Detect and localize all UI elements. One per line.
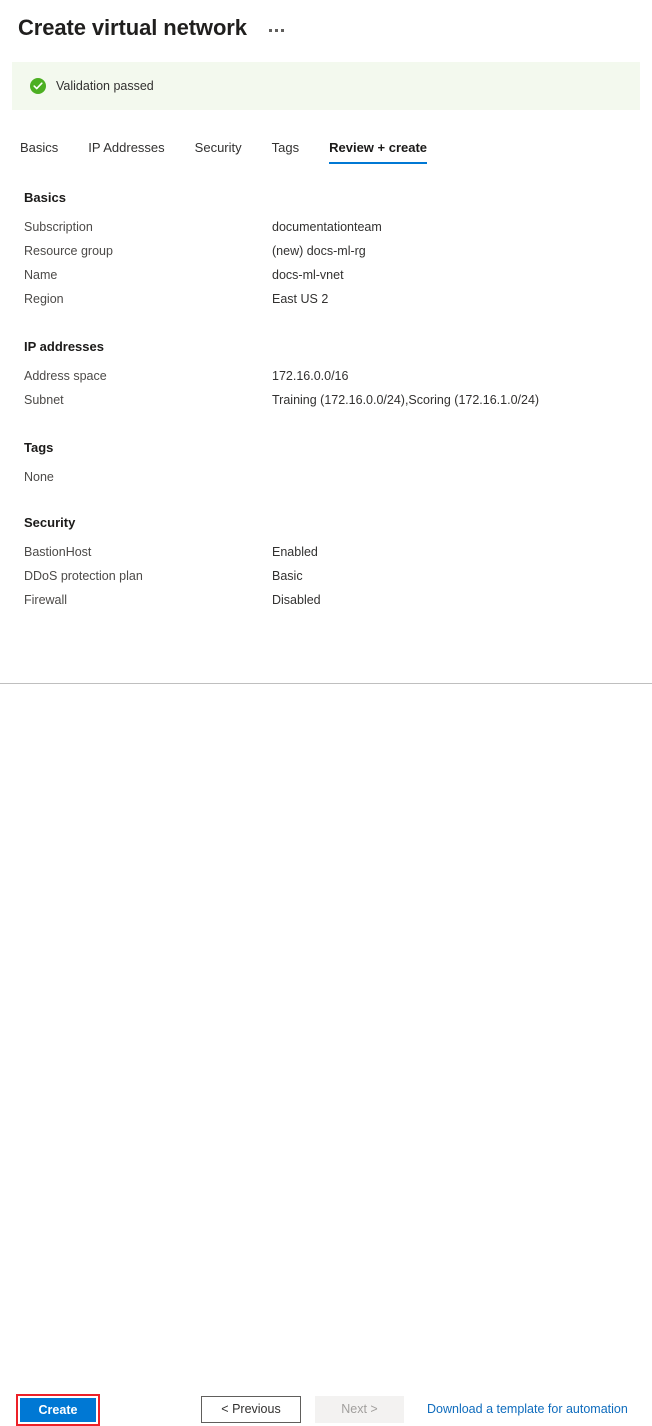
section-ip-addresses: IP addresses Address space 172.16.0.0/16… (24, 339, 640, 412)
ellipsis-dot (280, 28, 284, 32)
check-circle-icon (30, 78, 46, 94)
footer-bar: Create < Previous Next > Download a temp… (0, 684, 652, 1426)
row-key: Subscription (24, 220, 93, 234)
row-key: BastionHost (24, 545, 92, 559)
ellipsis-dot (268, 28, 272, 32)
ellipsis-horizontal-icon[interactable] (265, 23, 288, 34)
download-template-link[interactable]: Download a template for automation (427, 1396, 628, 1423)
row-value: docs-ml-vnet (272, 268, 344, 282)
row-value: Training (172.16.0.0/24),Scoring (172.16… (272, 393, 540, 407)
row-key: Name (24, 268, 58, 282)
row-key: Resource group (24, 244, 113, 258)
tab-tags[interactable]: Tags (272, 137, 299, 164)
row-value: (new) docs-ml-rg (272, 244, 366, 258)
tab-review-create[interactable]: Review + create (329, 137, 427, 164)
row-value: documentationteam (272, 220, 382, 234)
create-button[interactable]: Create (20, 1398, 96, 1422)
tab-security[interactable]: Security (195, 137, 242, 164)
section-security: Security BastionHost Enabled DDoS protec… (24, 515, 640, 612)
table-row: Subnet Training (172.16.0.0/24),Scoring … (24, 388, 640, 412)
table-row: Subscription documentationteam (24, 215, 640, 239)
row-value: Disabled (272, 593, 321, 607)
section-title-security: Security (24, 515, 76, 530)
tab-basics[interactable]: Basics (20, 137, 58, 164)
create-button-highlight: Create (16, 1394, 100, 1426)
row-key: Address space (24, 369, 107, 383)
table-row: Resource group (new) docs-ml-rg (24, 239, 640, 263)
section-tags: Tags None (24, 440, 640, 489)
tags-empty-value: None (24, 470, 54, 484)
section-basics: Basics Subscription documentationteam Re… (24, 190, 640, 311)
row-value: East US 2 (272, 292, 329, 306)
row-key: Firewall (24, 593, 68, 607)
section-title-tags: Tags (24, 440, 54, 455)
table-row: Firewall Disabled (24, 588, 640, 612)
section-title-ip-addresses: IP addresses (24, 339, 104, 354)
page-header: Create virtual network (0, 0, 652, 45)
table-row: Name docs-ml-vnet (24, 263, 640, 287)
validation-banner: Validation passed (12, 62, 640, 110)
table-row: DDoS protection plan Basic (24, 564, 640, 588)
page-title: Create virtual network (18, 15, 247, 40)
row-key: Region (24, 292, 64, 306)
previous-button[interactable]: < Previous (201, 1396, 301, 1423)
table-row: Address space 172.16.0.0/16 (24, 364, 640, 388)
table-row: Region East US 2 (24, 287, 640, 311)
row-key: Subnet (24, 393, 64, 407)
row-value: Enabled (272, 545, 318, 559)
ellipsis-dot (274, 28, 278, 32)
wizard-tabs: Basics IP Addresses Security Tags Review… (20, 137, 427, 164)
section-title-basics: Basics (24, 190, 66, 205)
row-value: Basic (272, 569, 303, 583)
review-summary: Basics Subscription documentationteam Re… (24, 190, 640, 612)
tab-ip-addresses[interactable]: IP Addresses (88, 137, 164, 164)
table-row: BastionHost Enabled (24, 540, 640, 564)
validation-message: Validation passed (56, 79, 154, 93)
next-button: Next > (315, 1396, 404, 1423)
row-key: DDoS protection plan (24, 569, 143, 583)
row-value: 172.16.0.0/16 (272, 369, 349, 383)
